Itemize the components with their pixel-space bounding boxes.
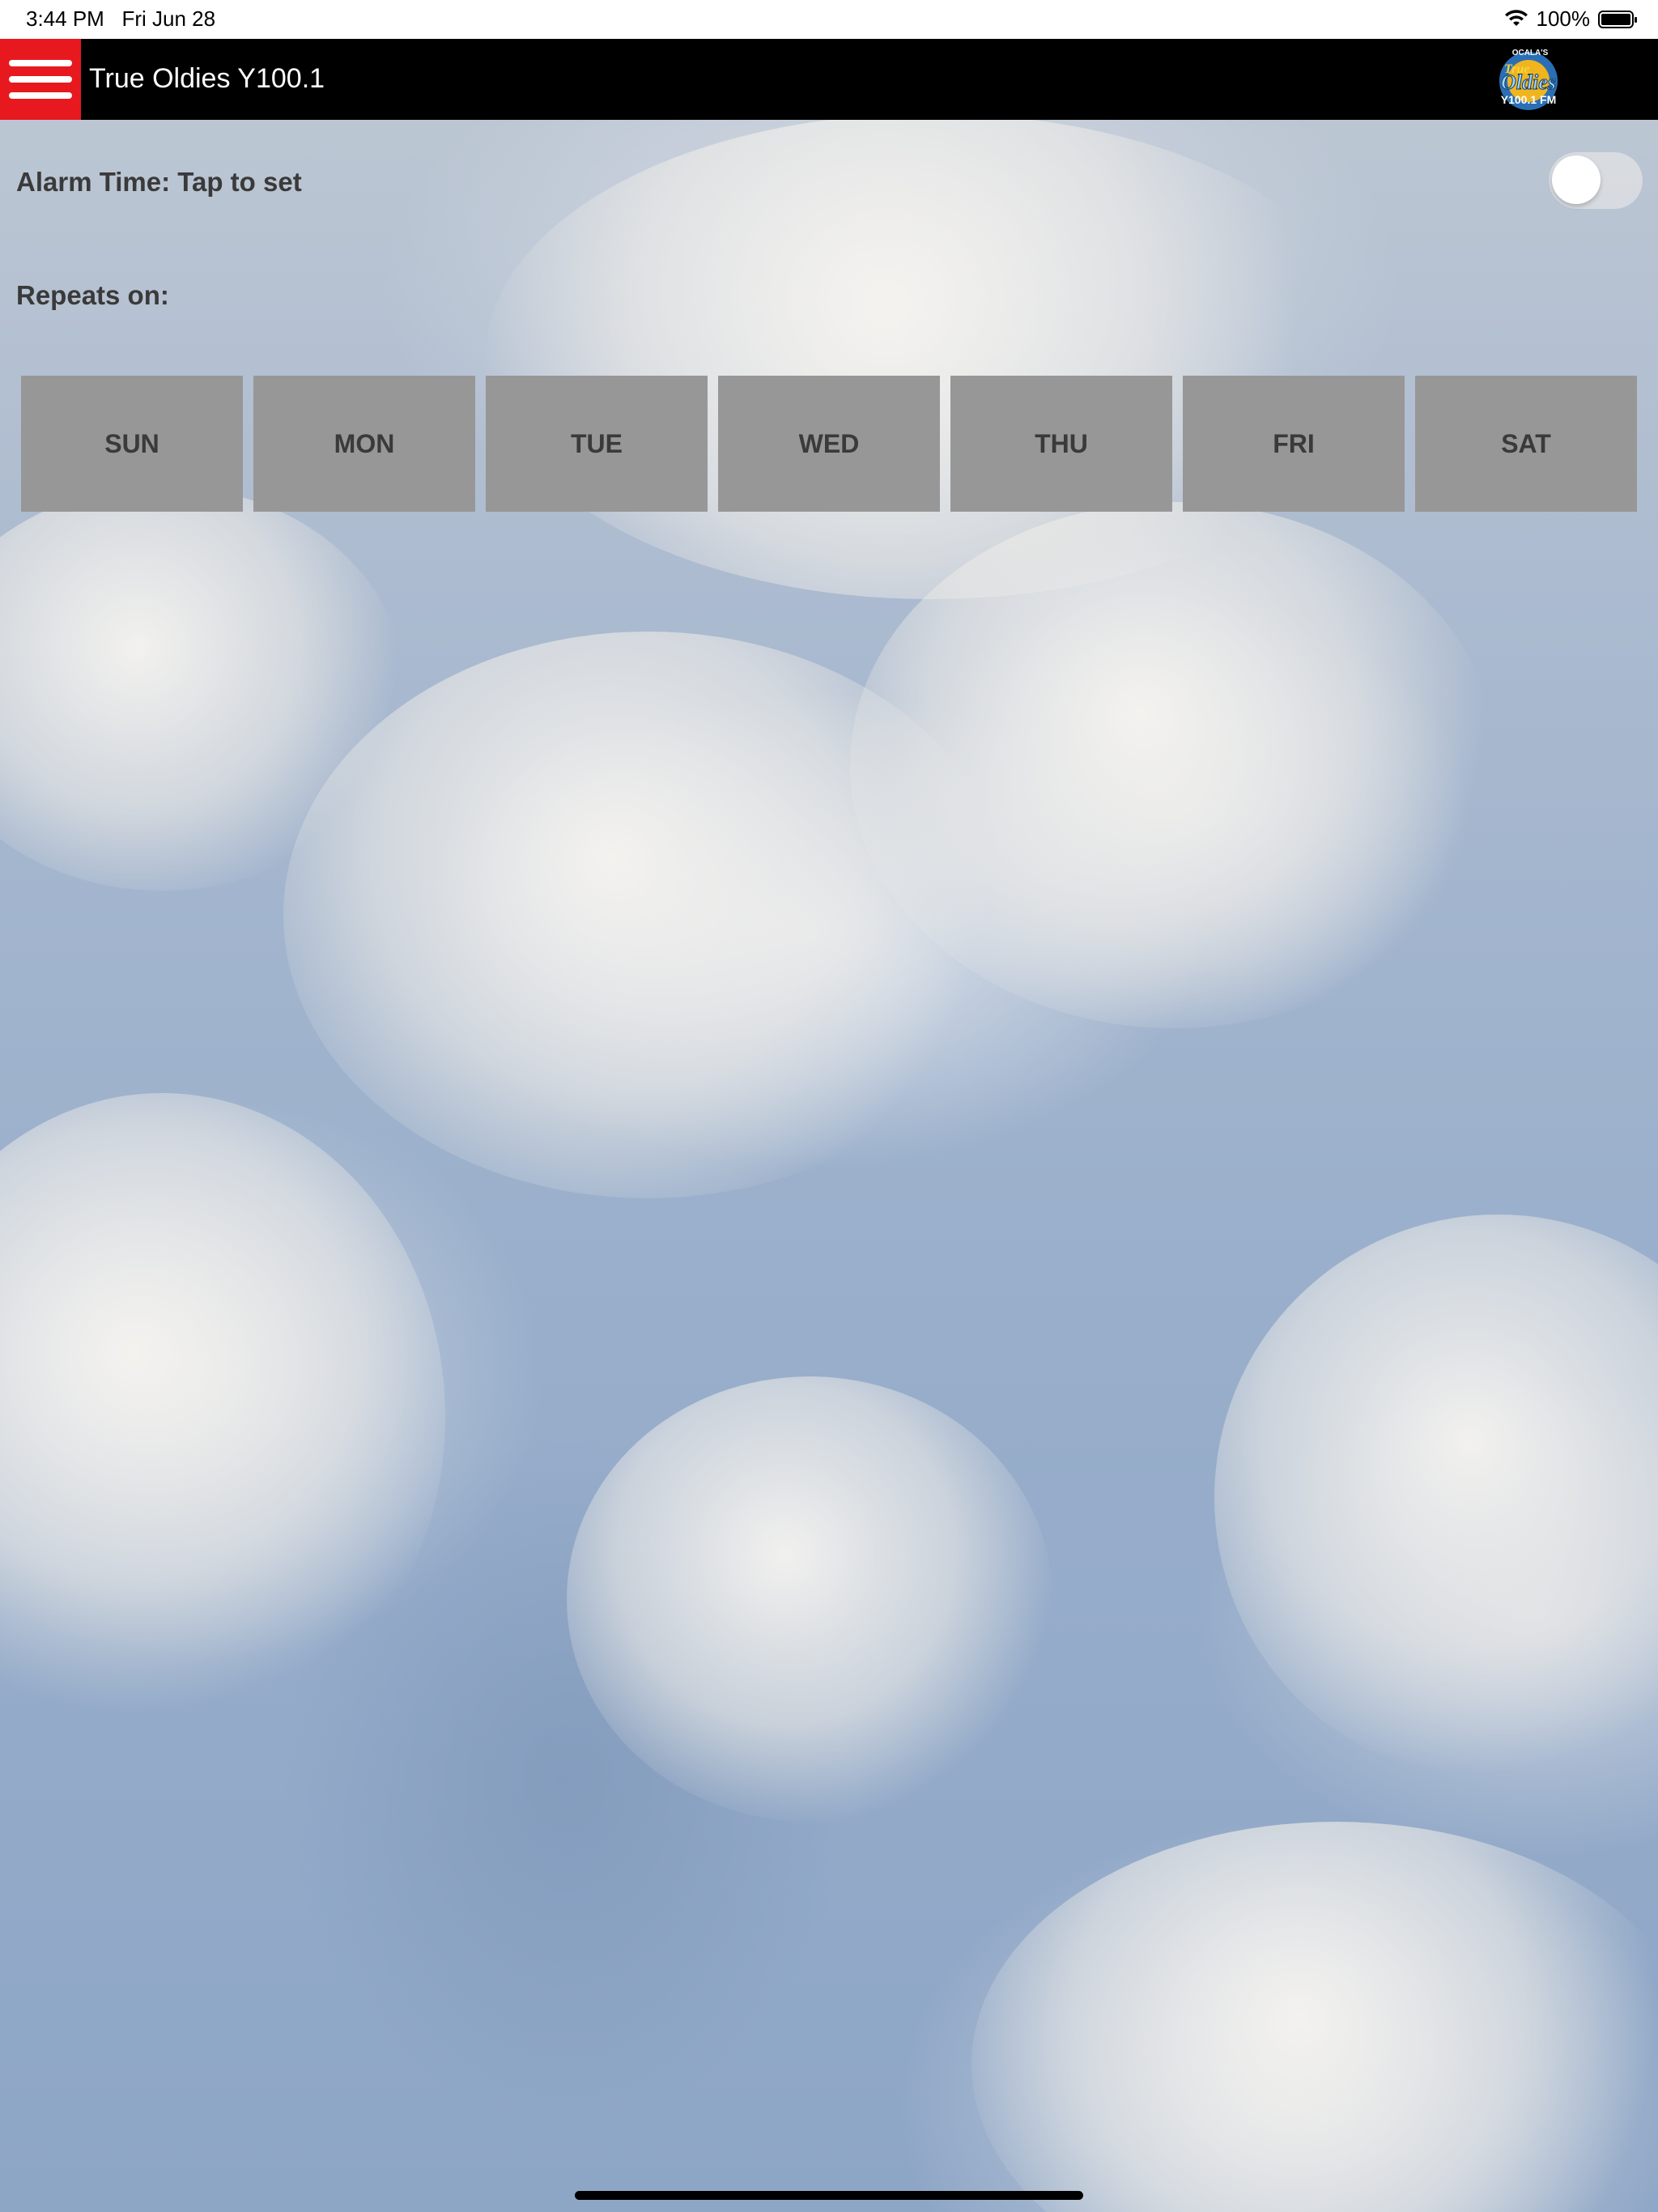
day-button-sun[interactable]: SUN xyxy=(21,376,243,512)
day-button-tue[interactable]: TUE xyxy=(486,376,708,512)
logo-line3: Y100.1 FM xyxy=(1501,93,1556,106)
status-time-text: 3:44 PM xyxy=(26,6,104,31)
status-time: 3:44 PM Fri Jun 28 xyxy=(26,6,215,32)
toggle-knob xyxy=(1552,155,1601,204)
logo-line2: Oldies xyxy=(1501,70,1556,94)
station-logo: OCALA'S True Oldies Y100.1 FM xyxy=(1499,49,1558,110)
logo-top-text: OCALA'S xyxy=(1512,49,1549,57)
page-title: True Oldies Y100.1 xyxy=(89,63,325,94)
day-button-mon[interactable]: MON xyxy=(253,376,475,512)
alarm-time-label[interactable]: Alarm Time: Tap to set xyxy=(16,167,302,198)
sky-background xyxy=(0,0,1658,2212)
day-button-fri[interactable]: FRI xyxy=(1183,376,1405,512)
hamburger-line xyxy=(9,92,72,99)
status-right: 100% xyxy=(1504,6,1637,32)
day-button-thu[interactable]: THU xyxy=(950,376,1172,512)
day-button-wed[interactable]: WED xyxy=(718,376,940,512)
repeats-label: Repeats on: xyxy=(16,280,169,310)
battery-icon xyxy=(1598,10,1637,28)
alarm-toggle[interactable] xyxy=(1549,152,1643,209)
day-button-sat[interactable]: SAT xyxy=(1415,376,1637,512)
battery-percent: 100% xyxy=(1536,6,1591,31)
nav-bar: True Oldies Y100.1 OCALA'S True Oldies Y… xyxy=(0,39,1658,120)
hamburger-menu-button[interactable] xyxy=(0,39,81,120)
home-indicator[interactable] xyxy=(575,2191,1083,2200)
status-bar: 3:44 PM Fri Jun 28 100% xyxy=(0,0,1658,39)
hamburger-line xyxy=(9,60,72,66)
repeat-days: SUN MON TUE WED THU FRI SAT xyxy=(21,376,1637,512)
status-date-text: Fri Jun 28 xyxy=(121,6,216,31)
wifi-icon xyxy=(1504,9,1528,26)
hamburger-line xyxy=(9,76,72,83)
